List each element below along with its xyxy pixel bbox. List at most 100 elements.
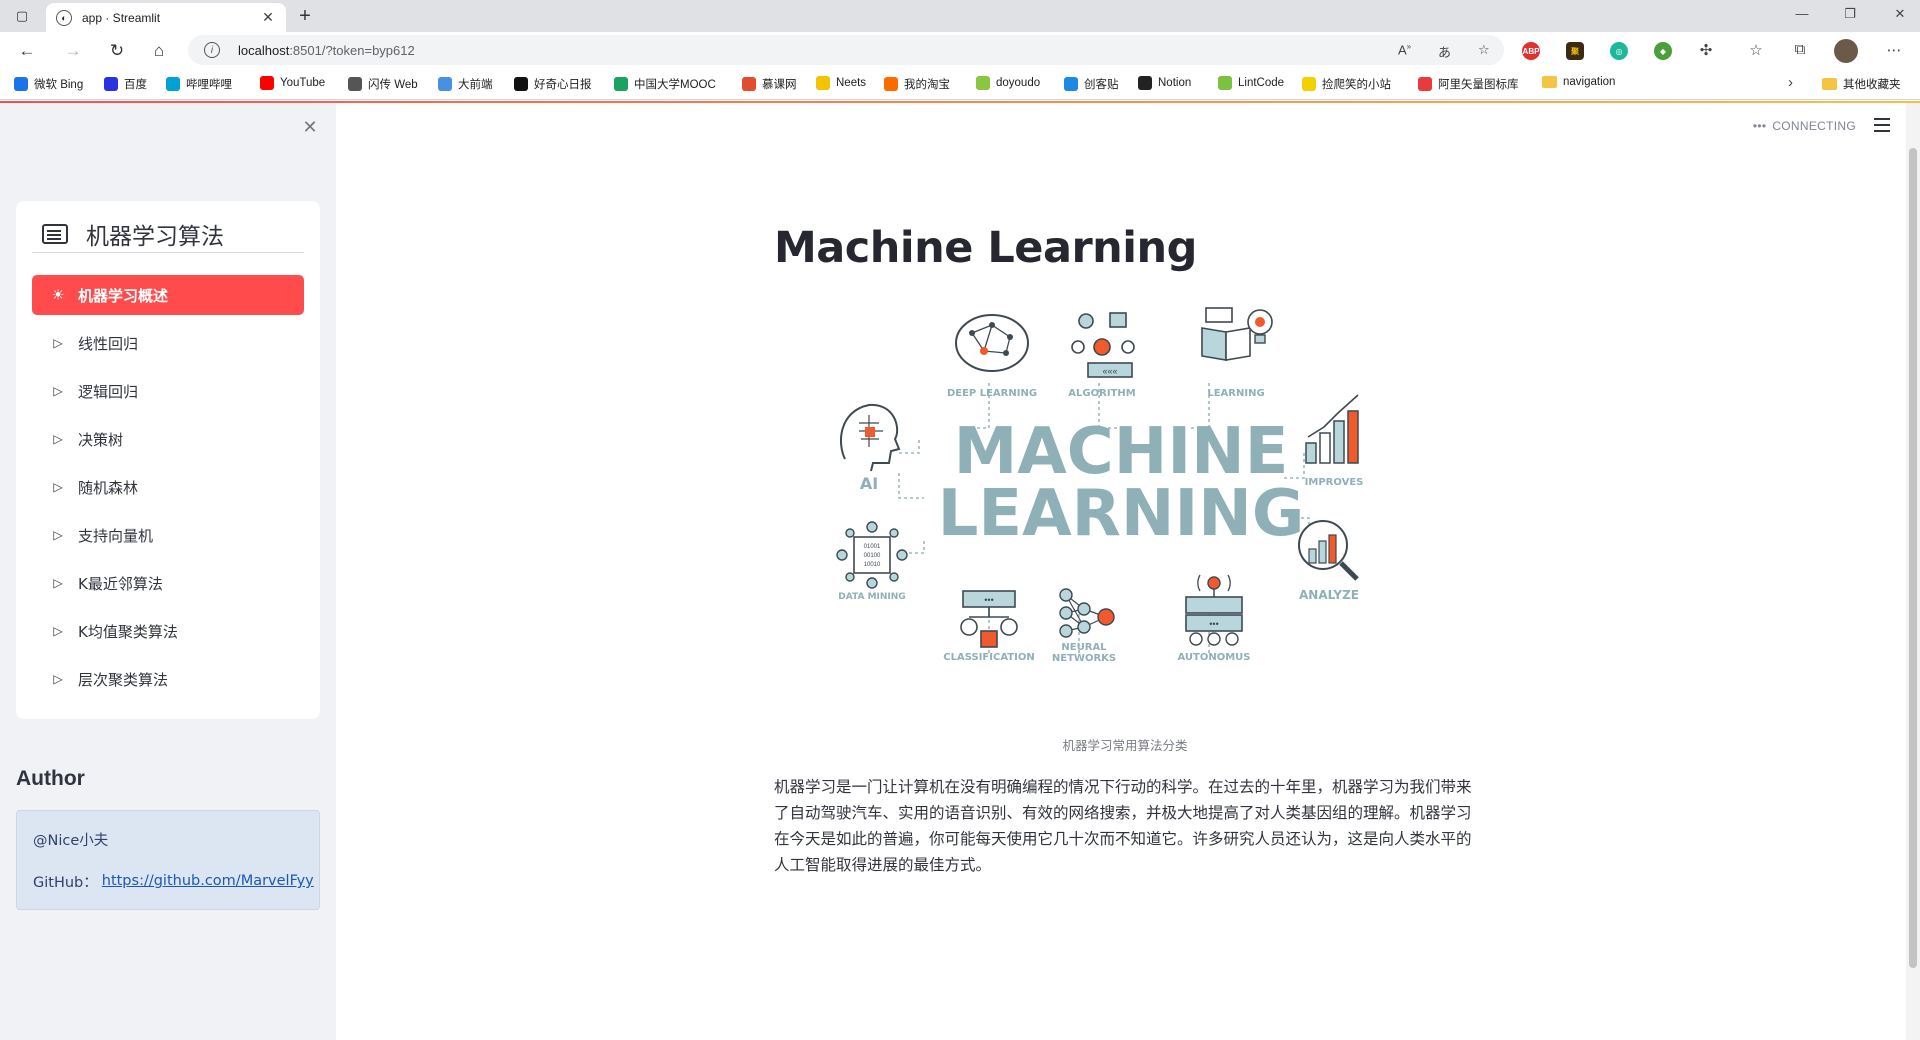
other-bookmarks-folder[interactable]: 其他收藏夹 <box>1822 76 1901 92</box>
sidebar-menu-item[interactable]: ▷ 随机森林 <box>32 467 304 507</box>
scrollbar-thumb[interactable] <box>1909 148 1917 968</box>
sidebar-menu-label: 决策树 <box>78 430 124 449</box>
tab-actions-icon[interactable]: ▢ <box>10 6 34 26</box>
bookmark-item[interactable]: 闪传 Web <box>348 76 418 92</box>
sidebar-menu-item[interactable]: ▷ K均值聚类算法 <box>32 611 304 651</box>
bookmark-item[interactable]: LintCode <box>1218 76 1284 90</box>
bookmark-item[interactable]: 好奇心日报 <box>514 76 592 92</box>
magnifier-chart-icon <box>1298 520 1359 581</box>
label-autonomus: AUTONOMUS <box>1177 652 1250 663</box>
status-text: CONNECTING <box>1772 119 1856 133</box>
author-info-box: @Nice小夫 GitHub： https://github.com/Marve… <box>16 810 320 910</box>
bookmark-favicon-icon <box>348 77 362 91</box>
site-info-icon[interactable]: i <box>204 42 220 58</box>
bookmark-item[interactable]: 我的淘宝 <box>884 76 950 92</box>
svg-text:•••: ••• <box>984 595 993 605</box>
browser-tab-active[interactable]: ◐ app · Streamlit ✕ <box>46 3 286 32</box>
bookmark-label: 哔哩哔哩 <box>186 79 232 91</box>
translate-icon[interactable]: あ <box>1438 42 1451 61</box>
sidebar-menu-item[interactable]: ▷ 决策树 <box>32 419 304 459</box>
author-name: @Nice小夫 <box>33 832 109 849</box>
home-icon[interactable]: ⌂ <box>148 40 170 62</box>
bookmark-item[interactable]: Neets <box>816 76 866 90</box>
close-window-icon[interactable]: ✕ <box>1890 6 1910 22</box>
bookmark-item[interactable]: 捡爬笑的小站 <box>1302 76 1391 92</box>
read-aloud-icon[interactable]: A» <box>1398 42 1411 57</box>
collections-icon[interactable]: ⧉ <box>1790 41 1810 58</box>
bookmark-label: Notion <box>1158 77 1192 89</box>
extension-icon[interactable]: ◎ <box>1610 42 1628 60</box>
sidebar-menu-label: 线性回归 <box>78 334 139 353</box>
sidebar-menu-item[interactable]: ▷ K最近邻算法 <box>32 563 304 603</box>
bookmark-item[interactable]: 微软 Bing <box>14 76 83 92</box>
main-menu-icon[interactable] <box>1874 117 1892 133</box>
address-toolbar: ← → ↻ ⌂ i localhost:8501/?token=byp612 A… <box>0 32 1920 68</box>
extensions-puzzle-icon[interactable]: ✣ <box>1696 41 1716 59</box>
restore-icon[interactable]: ❐ <box>1840 6 1860 22</box>
hero-word-learning: LEARNING <box>938 477 1305 551</box>
profile-avatar[interactable] <box>1834 39 1858 63</box>
github-label: GitHub： <box>33 874 98 891</box>
sidebar-menu-label: 机器学习概述 <box>78 286 169 305</box>
close-sidebar-icon[interactable]: ✕ <box>300 117 320 138</box>
sidebar-menu-item[interactable]: ▷ 层次聚类算法 <box>32 659 304 699</box>
bookmark-item[interactable]: 中国大学MOOC <box>614 76 716 92</box>
bookmark-item[interactable]: doyoudo <box>976 76 1040 90</box>
sidebar: ✕ 机器学习算法 ☀ 机器学习概述 ▷ 线性回归 ▷ 逻辑回归 ▷ 决策树 ▷ 随机森林 ▷ 支持向量… <box>0 103 336 1040</box>
sidebar-menu-label: 支持向量机 <box>78 526 154 545</box>
book-lightbulb-icon <box>1201 307 1273 361</box>
bookmark-item[interactable]: Notion <box>1138 76 1191 90</box>
github-link[interactable]: https://github.com/MarvelFyy <box>102 873 314 889</box>
forward-icon[interactable]: → <box>62 40 84 62</box>
sidebar-menu-item[interactable]: ▷ 线性回归 <box>32 323 304 363</box>
address-bar[interactable]: i localhost:8501/?token=byp612 A» あ ☆ <box>188 35 1504 65</box>
binary-row-3: 10010 <box>864 562 881 568</box>
label-improves: IMPROVES <box>1305 477 1364 488</box>
caret-right-icon: ▷ <box>53 384 63 398</box>
bookmark-label: Neets <box>836 77 867 89</box>
bookmark-favicon-icon <box>438 77 452 91</box>
bookmarks-bar: › 其他收藏夹 微软 Bing 百度 哔哩哔哩 YouTube 闪传 Web 大前端 好奇心… <box>0 68 1920 100</box>
caret-right-icon: ▷ <box>53 480 63 494</box>
favorites-icon[interactable]: ☆ <box>1746 41 1766 59</box>
bookmark-item[interactable]: navigation <box>1542 76 1615 88</box>
sidebar-menu-label: 随机森林 <box>78 478 139 497</box>
bookmark-label: 慕课网 <box>762 79 797 91</box>
extension-icon[interactable]: ◆ <box>1654 42 1672 60</box>
sidebar-menu-item[interactable]: ▷ 逻辑回归 <box>32 371 304 411</box>
caret-right-icon: ▷ <box>53 432 63 446</box>
label-algorithm: ALGORITHM <box>1068 388 1135 399</box>
svg-text:•••: ••• <box>1209 619 1218 629</box>
adblock-extension-icon[interactable]: ABP <box>1522 42 1540 60</box>
bookmark-label: 创客贴 <box>1084 79 1119 91</box>
bookmark-label: 大前端 <box>458 79 493 91</box>
bookmark-item[interactable]: YouTube <box>260 76 325 90</box>
bookmark-item[interactable]: 百度 <box>104 76 147 92</box>
label-neural: NEURAL <box>1061 642 1107 653</box>
refresh-icon[interactable]: ↻ <box>106 40 128 62</box>
more-menu-icon[interactable]: ⋯ <box>1884 41 1904 59</box>
minimize-icon[interactable]: — <box>1792 6 1812 21</box>
svg-text:«««: ««« <box>1102 366 1117 376</box>
bookmarks-overflow-icon[interactable]: › <box>1788 74 1793 91</box>
favorite-add-icon[interactable]: ☆ <box>1478 42 1490 58</box>
extension-icon[interactable]: 聚 <box>1566 42 1584 60</box>
bookmark-item[interactable]: 哔哩哔哩 <box>166 76 232 92</box>
bookmark-item[interactable]: 阿里矢量图标库 <box>1418 76 1519 92</box>
sidebar-menu-item[interactable]: ☀ 机器学习概述 <box>32 275 304 315</box>
caret-right-icon: ▷ <box>53 672 63 686</box>
label-ai: AI <box>860 474 878 493</box>
bookmark-item[interactable]: 大前端 <box>438 76 493 92</box>
folder-icon <box>1542 76 1557 88</box>
main-content: ••• CONNECTING Machine Learning MACHINE … <box>336 103 1920 1040</box>
bookmark-favicon-icon <box>104 77 118 91</box>
back-icon[interactable]: ← <box>16 40 38 62</box>
close-tab-icon[interactable]: ✕ <box>260 9 276 26</box>
scrollbar[interactable] <box>1906 103 1920 1040</box>
bookmark-label: 阿里矢量图标库 <box>1438 79 1519 91</box>
new-tab-button[interactable]: + <box>294 5 316 27</box>
bookmark-favicon-icon <box>742 77 756 91</box>
bookmark-item[interactable]: 慕课网 <box>742 76 797 92</box>
sidebar-menu-item[interactable]: ▷ 支持向量机 <box>32 515 304 555</box>
bookmark-item[interactable]: 创客贴 <box>1064 76 1119 92</box>
